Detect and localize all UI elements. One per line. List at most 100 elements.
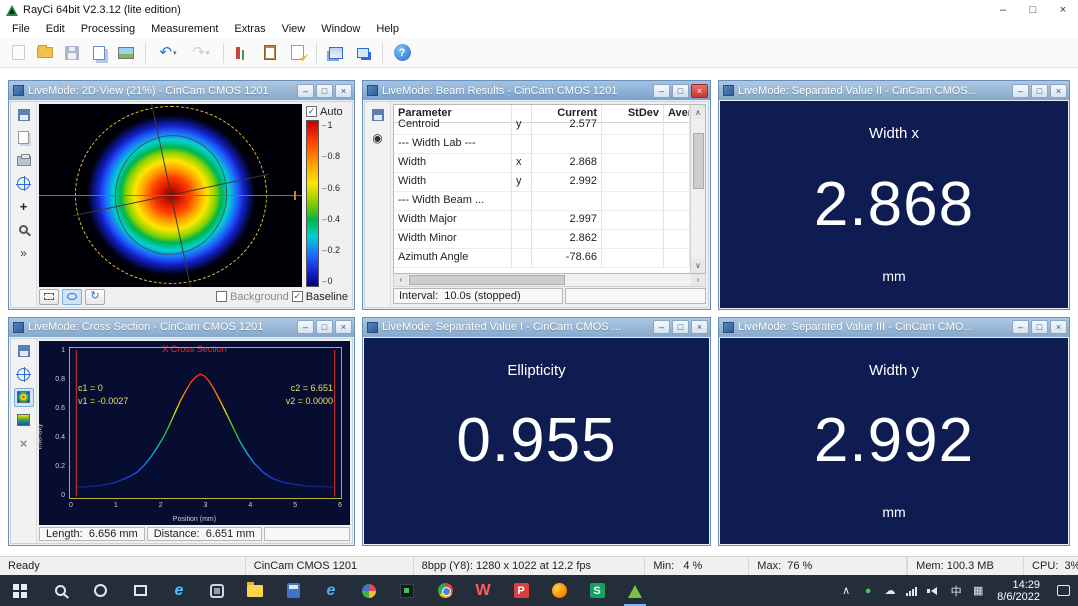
scroll-right-icon[interactable]: › xyxy=(691,274,705,286)
window-titlebar[interactable]: LiveMode: Cross Section - CinCam CMOS 12… xyxy=(9,318,354,337)
menu-help[interactable]: Help xyxy=(368,20,407,38)
gradient-display-button[interactable] xyxy=(14,411,34,430)
taskbar-firefox-button[interactable] xyxy=(540,575,578,606)
save-view-button[interactable] xyxy=(14,105,34,124)
vertical-scrollbar[interactable]: ∧ ∨ xyxy=(690,105,705,273)
colormap-2d-button[interactable] xyxy=(14,388,34,407)
tray-network-icon[interactable] xyxy=(901,575,923,606)
beam-results-tool-button[interactable] xyxy=(231,41,255,65)
start-button[interactable] xyxy=(0,575,40,606)
maximize-button[interactable]: □ xyxy=(316,84,333,98)
maximize-button[interactable]: □ xyxy=(672,320,689,334)
centroid-marker-button[interactable] xyxy=(14,174,34,193)
taskbar-internet-explorer-button[interactable]: e xyxy=(312,575,350,606)
app-maximize-button[interactable]: □ xyxy=(1018,0,1048,20)
task-view-button[interactable] xyxy=(120,575,160,606)
taskbar-edge-button[interactable]: e xyxy=(160,575,198,606)
redo-button[interactable]: ↷▾ xyxy=(186,41,216,65)
taskbar-snip-button[interactable] xyxy=(198,575,236,606)
zoom-button[interactable] xyxy=(14,220,34,239)
app-close-button[interactable]: × xyxy=(1048,0,1078,20)
new-document-button[interactable] xyxy=(6,41,30,65)
taskbar-wps-button[interactable]: W xyxy=(464,575,502,606)
taskbar-search-button[interactable] xyxy=(40,575,80,606)
auto-checkbox[interactable]: ✓ xyxy=(306,106,317,117)
tray-volume-icon[interactable] xyxy=(923,575,945,606)
taskbar-chrome-button[interactable] xyxy=(426,575,464,606)
maximize-button[interactable]: □ xyxy=(316,320,333,334)
save-results-button[interactable] xyxy=(368,105,388,124)
copy-view-button[interactable] xyxy=(14,128,34,147)
baseline-checkbox[interactable]: ✓ xyxy=(292,291,303,302)
close-button[interactable]: × xyxy=(1050,84,1067,98)
scrollbar-thumb[interactable] xyxy=(409,275,565,285)
table-row[interactable]: --- Width Beam ... xyxy=(394,192,690,211)
window-titlebar[interactable]: LiveMode: 2D-View (21%) - CinCam CMOS 12… xyxy=(9,81,354,100)
menu-processing[interactable]: Processing xyxy=(73,20,143,38)
taskbar-screentogif-button[interactable]: S xyxy=(578,575,616,606)
table-row[interactable]: Width Minor 2.862 xyxy=(394,230,690,249)
tray-expand-button[interactable]: ∧ xyxy=(835,575,857,606)
print-view-button[interactable] xyxy=(14,151,34,170)
close-button[interactable]: × xyxy=(1050,320,1067,334)
save-section-button[interactable] xyxy=(14,342,34,361)
clear-section-button[interactable]: × xyxy=(14,434,34,453)
report-button[interactable] xyxy=(285,41,309,65)
snapshot-button[interactable] xyxy=(114,41,138,65)
minimize-button[interactable]: – xyxy=(297,84,314,98)
table-row[interactable]: Width Major 2.997 xyxy=(394,211,690,230)
minimize-button[interactable]: – xyxy=(653,84,670,98)
tray-onedrive-icon[interactable]: ☁ xyxy=(879,575,901,606)
baseline-control[interactable]: ✓ Baseline xyxy=(292,291,348,303)
minimize-button[interactable]: – xyxy=(1012,84,1029,98)
close-button[interactable]: × xyxy=(335,84,352,98)
auto-scale-control[interactable]: ✓ Auto xyxy=(306,104,350,119)
table-row[interactable]: Azimuth Angle -78.66 xyxy=(394,249,690,268)
taskbar-clock[interactable]: 14:29 8/6/2022 xyxy=(989,579,1048,603)
cortana-button[interactable] xyxy=(80,575,120,606)
window-titlebar[interactable]: LiveMode: Separated Value II - CinCam CM… xyxy=(719,81,1069,100)
notification-center-button[interactable] xyxy=(1048,575,1078,606)
scroll-down-icon[interactable]: ∨ xyxy=(691,259,705,273)
menu-measurement[interactable]: Measurement xyxy=(143,20,226,38)
table-row[interactable]: Width y 2.992 xyxy=(394,173,690,192)
table-row[interactable]: --- Width Lab --- xyxy=(394,135,690,154)
menu-edit[interactable]: Edit xyxy=(38,20,73,38)
cross-section-line[interactable] xyxy=(39,195,302,196)
table-row[interactable]: Width x 2.868 xyxy=(394,154,690,173)
window-titlebar[interactable]: LiveMode: Beam Results - CinCam CMOS 120… xyxy=(363,81,710,100)
minimize-button[interactable]: – xyxy=(653,320,670,334)
menu-file[interactable]: File xyxy=(4,20,38,38)
axes-overlay-button[interactable]: + xyxy=(14,197,34,216)
rect-select-button[interactable] xyxy=(39,289,59,305)
taskbar-pdf-button[interactable]: P xyxy=(502,575,540,606)
background-checkbox[interactable]: ✓ xyxy=(216,291,227,302)
table-row[interactable]: Centroid y 2.577 xyxy=(394,116,690,135)
open-button[interactable] xyxy=(33,41,57,65)
maximize-button[interactable]: □ xyxy=(1031,320,1048,334)
app-minimize-button[interactable]: – xyxy=(988,0,1018,20)
horizontal-scrollbar[interactable]: ‹ › xyxy=(393,274,706,287)
cross-section-line-handle[interactable] xyxy=(294,191,296,200)
taskbar-calculator-button[interactable] xyxy=(274,575,312,606)
tray-antivirus-icon[interactable]: ● xyxy=(857,575,879,606)
cross-section-plot[interactable]: X Cross Section Intensity 1 0.8 0.6 0.4 … xyxy=(39,341,350,526)
menu-window[interactable]: Window xyxy=(313,20,368,38)
visibility-button[interactable]: ◉ xyxy=(368,128,388,147)
close-button[interactable]: × xyxy=(691,84,708,98)
background-control[interactable]: ✓ Background xyxy=(216,291,289,303)
rotate-selection-button[interactable]: ↻ xyxy=(85,289,105,305)
ellipse-select-button[interactable] xyxy=(62,289,82,305)
tray-touch-keyboard-icon[interactable]: ▦ xyxy=(967,575,989,606)
copy-button[interactable] xyxy=(258,41,282,65)
menu-view[interactable]: View xyxy=(274,20,314,38)
window-titlebar[interactable]: LiveMode: Separated Value III - CinCam C… xyxy=(719,318,1069,337)
export-button[interactable] xyxy=(87,41,111,65)
taskbar-file-explorer-button[interactable] xyxy=(236,575,274,606)
taskbar-terminal-button[interactable] xyxy=(388,575,426,606)
cascade-windows-button[interactable] xyxy=(351,41,375,65)
taskbar-rayci-button[interactable] xyxy=(616,575,654,606)
scroll-up-icon[interactable]: ∧ xyxy=(691,105,705,119)
save-button[interactable] xyxy=(60,41,84,65)
more-tools-button[interactable]: » xyxy=(14,243,34,262)
